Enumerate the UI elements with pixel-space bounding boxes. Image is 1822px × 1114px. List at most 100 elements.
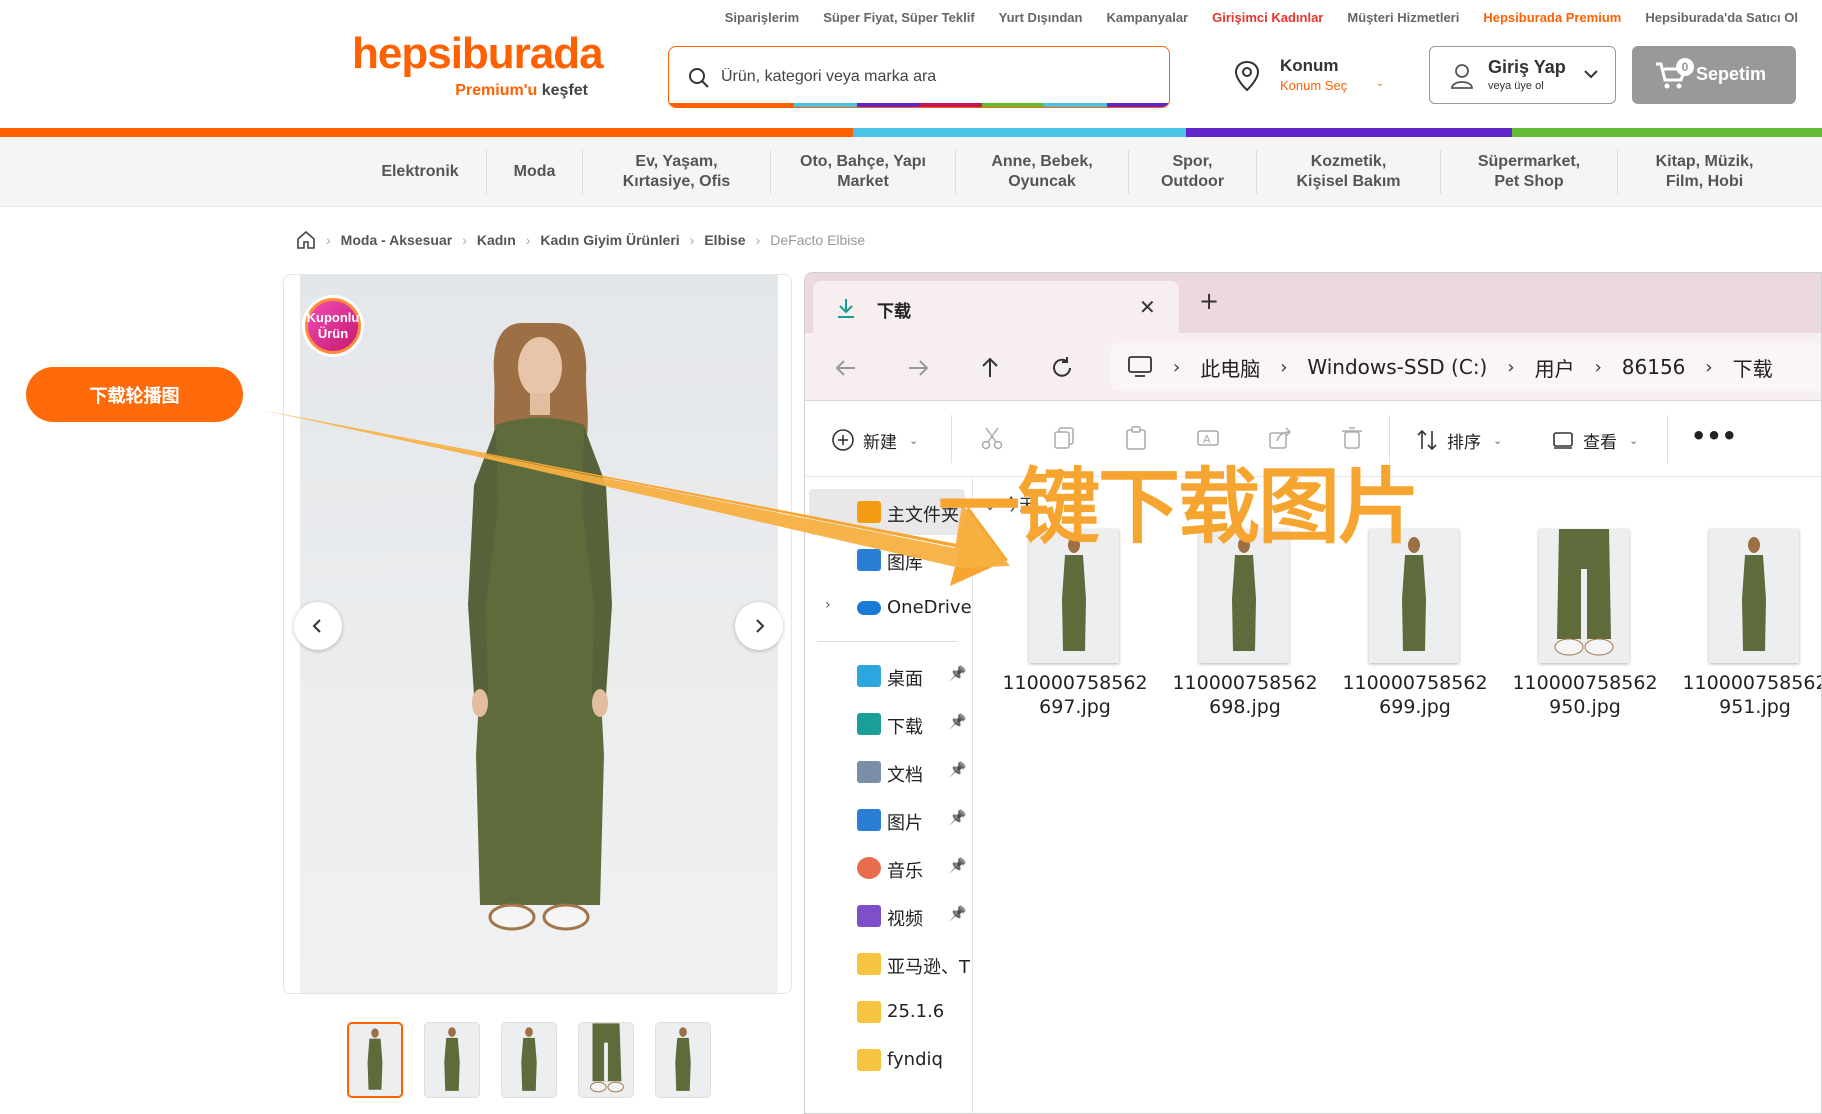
address-segment[interactable]: 用户: [1535, 353, 1575, 382]
login-button[interactable]: Giriş Yap veya üye ol: [1429, 46, 1616, 104]
overlay-caption: 一键下载图片: [938, 460, 1420, 555]
forward-arrow-icon[interactable]: [905, 355, 931, 381]
videos-icon: [857, 905, 881, 927]
address-bar[interactable]: › 此电脑 › Windows-SSD (C:) › 用户 › 86156 › 下载: [1111, 343, 1821, 391]
gallery-next-button[interactable]: [735, 602, 783, 650]
file-thumbnail: [1709, 529, 1799, 663]
sidebar-item[interactable]: fyndiq: [805, 1037, 973, 1083]
breadcrumb-item[interactable]: Moda - Aksesuar: [341, 232, 453, 248]
chevron-right-icon[interactable]: ›: [1507, 357, 1514, 378]
back-arrow-icon[interactable]: [833, 355, 859, 381]
category-item[interactable]: Elektronik: [354, 150, 486, 194]
category-item[interactable]: Moda: [486, 150, 582, 194]
sidebar-item[interactable]: 音乐 📌: [805, 845, 973, 891]
breadcrumb-item[interactable]: Kadın Giyim Ürünleri: [540, 232, 679, 248]
chevron-right-icon: ›: [689, 232, 695, 248]
file-name: 110000758562 951.jpg: [1682, 672, 1822, 718]
sidebar-item[interactable]: 下载 📌: [805, 701, 973, 747]
sidebar-item[interactable]: 视频 📌: [805, 893, 973, 939]
chevron-right-icon[interactable]: ›: [1173, 357, 1180, 378]
thumbnail[interactable]: [578, 1022, 634, 1098]
chevron-right-icon[interactable]: ›: [1705, 357, 1712, 378]
category-item[interactable]: Kozmetik, Kişisel Bakım: [1256, 150, 1440, 194]
product-gallery: Kuponlu Ürün: [283, 274, 792, 994]
location-title: Konum: [1280, 56, 1339, 75]
category-item[interactable]: Ev, Yaşam, Kırtasiye, Ofis: [582, 150, 770, 194]
desktop-icon: [857, 665, 881, 687]
chevron-right-icon[interactable]: ›: [1595, 357, 1602, 378]
category-item[interactable]: Oto, Bahçe, Yapı Market: [770, 150, 955, 194]
sidebar-item[interactable]: 图片 📌: [805, 797, 973, 843]
brand-color-bar: [0, 128, 1822, 137]
logo[interactable]: hepsiburada Premium'u keşfet: [352, 29, 604, 100]
breadcrumb-item[interactable]: Kadın: [477, 232, 516, 248]
sidebar-item-label: 桌面: [887, 669, 923, 690]
sidebar-item-label: 图库: [887, 553, 923, 574]
logo-text: hepsiburada: [352, 29, 604, 78]
address-segment[interactable]: 86156: [1622, 355, 1686, 379]
chevron-right-icon[interactable]: ›: [1280, 357, 1287, 378]
chevron-left-icon: [312, 619, 321, 633]
close-icon[interactable]: ✕: [1139, 295, 1156, 319]
search-box[interactable]: [668, 46, 1170, 108]
add-circle-icon: [832, 429, 854, 451]
category-item[interactable]: Süpermarket, Pet Shop: [1440, 150, 1617, 194]
documents-icon: [857, 761, 881, 783]
top-link[interactable]: Yurt Dışından: [999, 10, 1083, 25]
top-link[interactable]: Hepsiburada Premium: [1483, 10, 1621, 25]
logo-premium-link[interactable]: Premium'u keşfet: [352, 82, 588, 100]
thumbnail[interactable]: [347, 1022, 403, 1098]
top-link[interactable]: Girişimci Kadınlar: [1212, 10, 1323, 25]
top-link[interactable]: Müşteri Hizmetleri: [1347, 10, 1459, 25]
sidebar-item[interactable]: 25.1.6: [805, 989, 973, 1035]
sidebar-item[interactable]: 桌面 📌: [805, 653, 973, 699]
view-icon: [1553, 432, 1573, 449]
sidebar-item-label: OneDrive: [887, 597, 972, 618]
sort-button[interactable]: 排序 ⌄: [1415, 427, 1502, 453]
address-segment[interactable]: 此电脑: [1200, 353, 1260, 382]
more-options-icon[interactable]: •••: [1691, 422, 1737, 450]
up-arrow-icon[interactable]: [977, 355, 1003, 381]
thumbnail[interactable]: [655, 1022, 711, 1098]
location-pin-icon: [1234, 60, 1260, 92]
sidebar-item-label: 图片: [887, 813, 923, 834]
chevron-right-icon: ›: [525, 232, 531, 248]
explorer-sidebar: 主文件夹 图库 › OneDrive 桌面 📌 下载 📌 文档 📌 图片 📌 音乐 📌 视频 📌 亚马逊、T 25…: [805, 477, 973, 1113]
thumbnail[interactable]: [501, 1022, 557, 1098]
home-icon[interactable]: [296, 230, 316, 250]
folder-icon: [857, 953, 881, 975]
cart-button[interactable]: 0 Sepetim: [1632, 46, 1796, 104]
location-sub: Konum Seç: [1280, 78, 1348, 93]
top-link[interactable]: Hepsiburada'da Satıcı Ol: [1645, 10, 1798, 25]
address-segment[interactable]: Windows-SSD (C:): [1307, 355, 1487, 379]
download-carousel-button[interactable]: 下载轮播图: [26, 367, 243, 422]
category-item[interactable]: Spor, Outdoor: [1128, 150, 1256, 194]
refresh-icon[interactable]: [1049, 355, 1075, 381]
sidebar-item[interactable]: › OneDrive: [805, 585, 973, 631]
new-tab-button[interactable]: +: [1199, 287, 1219, 315]
thumbnail[interactable]: [424, 1022, 480, 1098]
breadcrumb-item[interactable]: Elbise: [704, 232, 745, 248]
top-link[interactable]: Kampanyalar: [1106, 10, 1188, 25]
sidebar-item[interactable]: 文档 📌: [805, 749, 973, 795]
location-selector[interactable]: Konum Konum Seç ⌄: [1232, 56, 1392, 96]
view-button[interactable]: 查看 ⌄: [1551, 427, 1638, 453]
breadcrumb-item: DeFacto Elbise: [770, 232, 866, 248]
address-segment[interactable]: 下载: [1733, 353, 1773, 382]
category-item[interactable]: Anne, Bebek, Oyuncak: [955, 150, 1128, 194]
gallery-prev-button[interactable]: [294, 602, 342, 650]
search-icon: [689, 68, 709, 88]
top-link[interactable]: Süper Fiyat, Süper Teklif: [823, 10, 974, 25]
file-name: 110000758562 697.jpg: [1002, 672, 1148, 718]
product-photo[interactable]: [300, 275, 778, 993]
sidebar-item[interactable]: 亚马逊、T: [805, 941, 973, 987]
category-item[interactable]: Kitap, Müzik, Film, Hobi: [1617, 150, 1791, 194]
search-input[interactable]: [721, 59, 1141, 95]
new-button[interactable]: 新建 ⌄: [831, 427, 918, 453]
sidebar-item-label: 文档: [887, 765, 923, 786]
login-sub: veya üye ol: [1488, 80, 1544, 92]
expand-chevron-icon[interactable]: ›: [825, 597, 831, 613]
explorer-tab[interactable]: 下载 ✕: [813, 281, 1179, 333]
file-explorer-window: 下载 ✕ + › 此电脑 › Windows-SSD (C:) › 用户 › 86156 › 下载…: [804, 272, 1822, 1114]
top-link[interactable]: Siparişlerim: [725, 10, 799, 25]
